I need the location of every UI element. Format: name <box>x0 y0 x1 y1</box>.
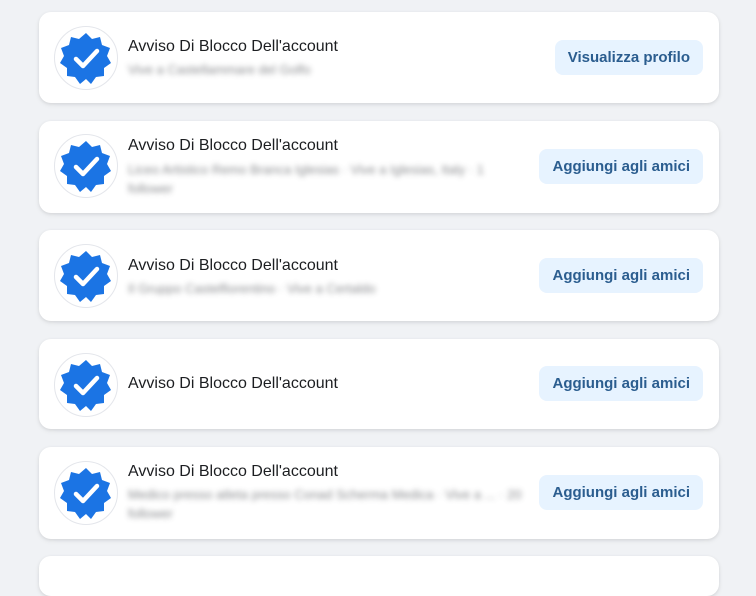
person-name[interactable]: Avviso Di Blocco Dell'account <box>128 257 338 275</box>
verified-badge-icon <box>60 141 111 192</box>
add-friend-button[interactable]: Aggiungi agli amici <box>539 149 703 184</box>
person-name[interactable]: Avviso Di Blocco Dell'account <box>128 375 338 393</box>
person-card: Avviso Di Blocco Dell'account Aggiungi a… <box>39 339 719 429</box>
person-details: Vive a Castellammare del Golfo <box>128 62 311 77</box>
verified-badge-icon <box>60 251 111 302</box>
person-card <box>39 556 719 596</box>
avatar[interactable] <box>54 461 118 525</box>
person-card: Avviso Di Blocco Dell'account Liceo Arti… <box>39 121 719 213</box>
person-name[interactable]: Avviso Di Blocco Dell'account <box>128 38 338 56</box>
verified-badge-icon <box>60 360 111 411</box>
avatar[interactable] <box>54 134 118 198</box>
person-details: Il Gruppo Castelfiorentino · Vive a Cert… <box>128 281 376 296</box>
view-profile-button[interactable]: Visualizza profilo <box>554 40 703 75</box>
person-name[interactable]: Avviso Di Blocco Dell'account <box>128 137 338 155</box>
avatar[interactable] <box>54 353 118 417</box>
person-card: Avviso Di Blocco Dell'account Vive a Cas… <box>39 12 719 103</box>
verified-badge-icon <box>60 468 111 519</box>
person-details: Medico presso atleta presso Conad Scherm… <box>128 487 522 521</box>
person-card: Avviso Di Blocco Dell'account Il Gruppo … <box>39 230 719 321</box>
avatar[interactable] <box>54 26 118 90</box>
avatar[interactable] <box>54 244 118 308</box>
add-friend-button[interactable]: Aggiungi agli amici <box>539 475 703 510</box>
verified-badge-icon <box>60 33 111 84</box>
add-friend-button[interactable]: Aggiungi agli amici <box>539 258 703 293</box>
person-name[interactable]: Avviso Di Blocco Dell'account <box>128 463 338 481</box>
person-card: Avviso Di Blocco Dell'account Medico pre… <box>39 447 719 539</box>
person-details: Liceo Artistico Remo Branca Iglesias · V… <box>128 162 484 196</box>
add-friend-button[interactable]: Aggiungi agli amici <box>539 366 703 401</box>
